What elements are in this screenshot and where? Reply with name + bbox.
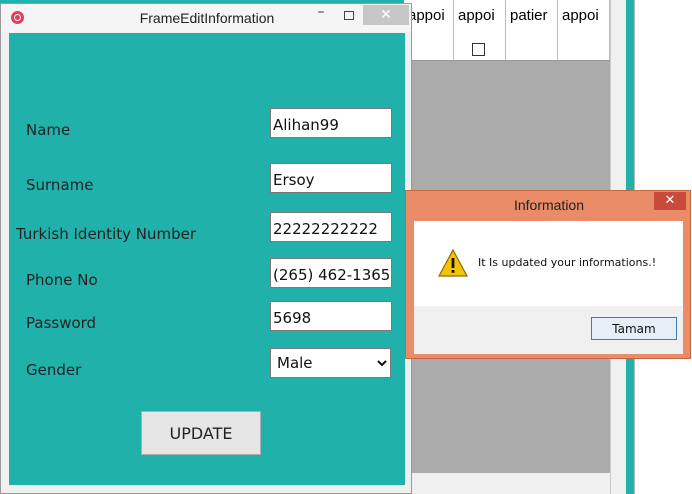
identity-number-input[interactable] [270, 212, 392, 242]
column-header[interactable]: appoi [558, 0, 610, 40]
column-header[interactable]: patier [506, 0, 558, 40]
update-button[interactable]: UPDATE [141, 411, 261, 455]
table-cell[interactable] [454, 40, 506, 60]
edit-information-window: FrameEditInformation – ✕ Name Surname Tu… [0, 3, 412, 494]
identity-number-label: Turkish Identity Number [16, 225, 197, 243]
surname-label: Surname [26, 176, 94, 194]
dialog-body: It Is updated your informations.! [414, 221, 683, 306]
table-cell[interactable] [558, 40, 610, 60]
password-label: Password [26, 314, 97, 332]
table-header: appoi appoi patier appoi [404, 0, 610, 41]
phone-input[interactable] [270, 258, 392, 288]
surname-input[interactable] [270, 163, 392, 193]
row-checkbox[interactable] [472, 43, 485, 56]
minimize-button[interactable]: – [307, 5, 335, 25]
name-label: Name [26, 121, 71, 139]
gender-label: Gender [26, 361, 82, 379]
title-bar[interactable]: FrameEditInformation – ✕ [1, 4, 411, 32]
information-dialog: Information ✕ It Is updated your informa… [405, 190, 691, 359]
dialog-close-button[interactable]: ✕ [654, 192, 686, 210]
column-header[interactable]: appoi [454, 0, 506, 40]
ok-button[interactable]: Tamam [591, 317, 677, 340]
dialog-message: It Is updated your informations.! [478, 256, 657, 269]
table-cell[interactable] [506, 40, 558, 60]
dialog-title: Information [513, 197, 585, 213]
form-panel: Name Surname Turkish Identity Number Pho… [9, 33, 405, 485]
password-input[interactable] [270, 301, 392, 331]
dialog-footer: Tamam [414, 306, 683, 354]
maximize-button[interactable] [335, 7, 363, 25]
close-button[interactable]: ✕ [363, 5, 409, 25]
phone-label: Phone No [26, 271, 98, 289]
table-row[interactable] [404, 40, 610, 61]
warning-icon [438, 249, 468, 277]
name-input[interactable] [270, 108, 392, 138]
gender-select[interactable]: Male [270, 348, 391, 378]
